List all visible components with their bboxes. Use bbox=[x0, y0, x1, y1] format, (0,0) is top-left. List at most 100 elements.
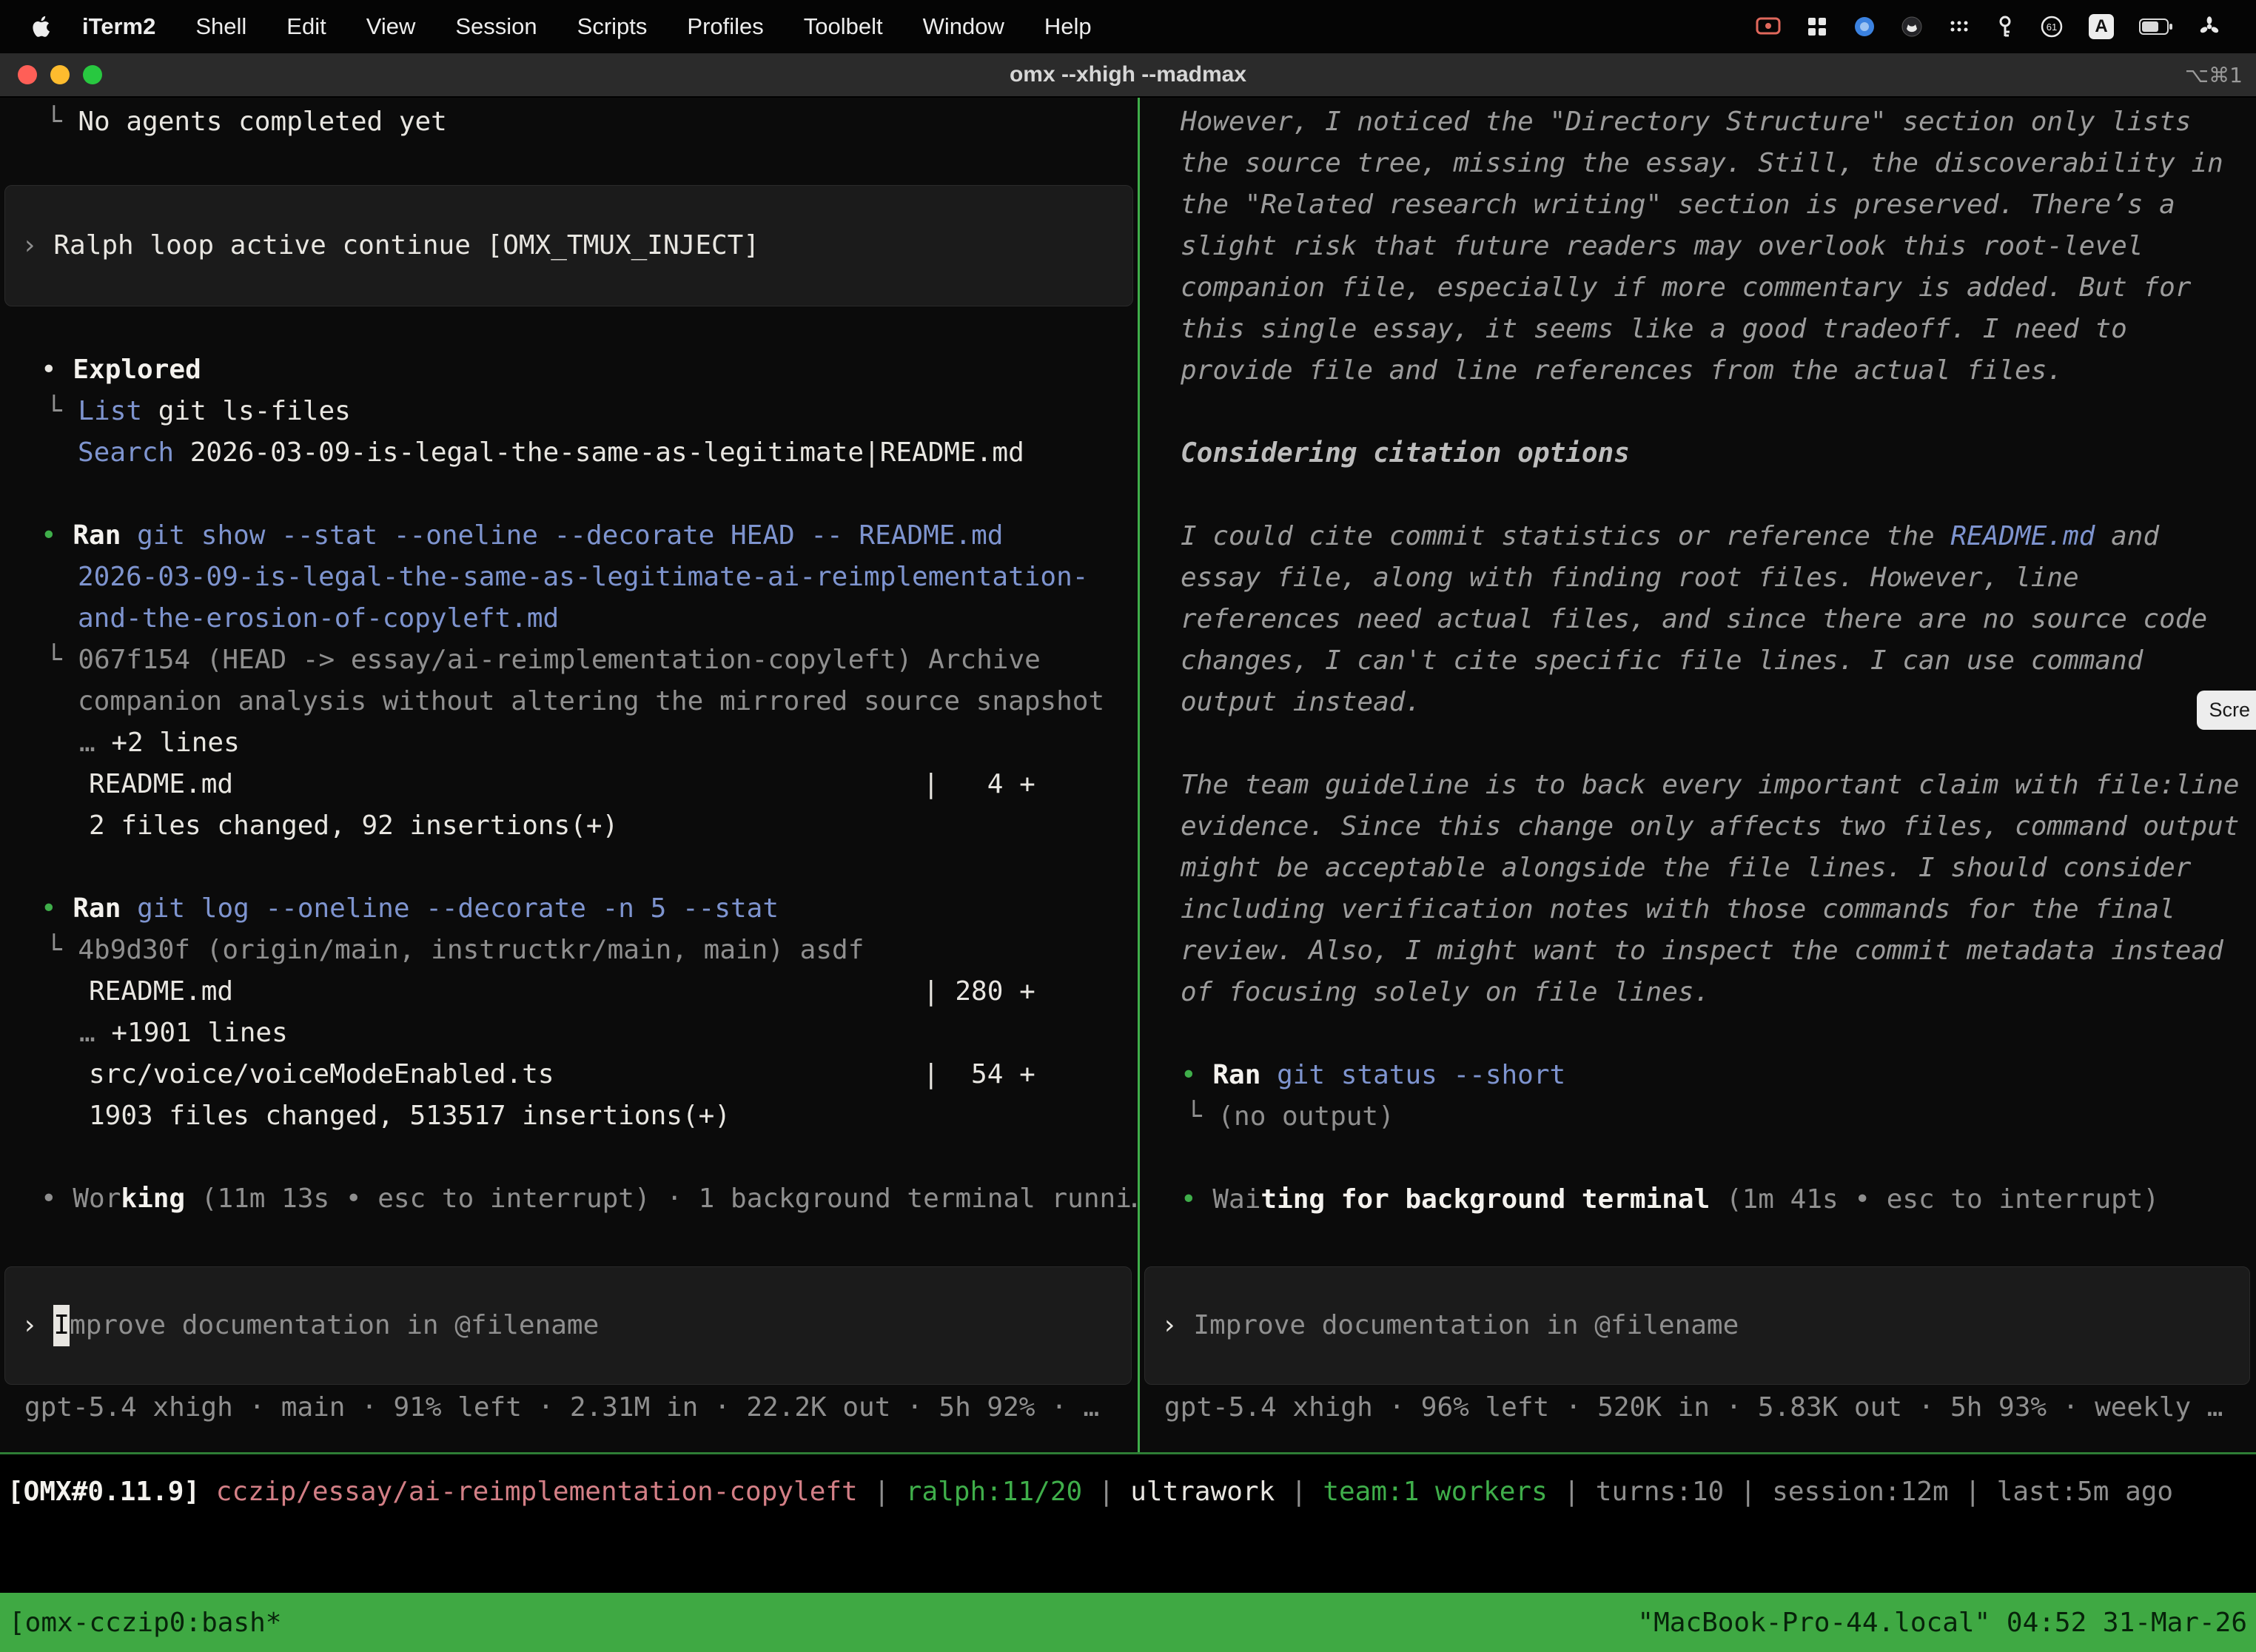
terminal-line: the "Related research writing" section i… bbox=[1140, 184, 2256, 226]
minimize-window-button[interactable] bbox=[50, 65, 70, 84]
text-segment: of focusing solely on file lines. bbox=[1181, 977, 1710, 1007]
menu-item-session[interactable]: Session bbox=[435, 13, 557, 40]
terminal-line: • Waiting for background terminal (1m 41… bbox=[1140, 1179, 2256, 1220]
text-segment: git log --oneline --decorate -n 5 --stat bbox=[137, 893, 779, 924]
menu-bar-status: 61 A bbox=[1756, 14, 2241, 39]
pane-separator-horizontal bbox=[0, 1452, 2256, 1454]
screen-recording-indicator-icon[interactable] bbox=[1756, 16, 1781, 37]
right-pane[interactable]: However, I noticed the "Directory Struct… bbox=[1140, 98, 2256, 1452]
dark-app-icon[interactable] bbox=[1901, 16, 1923, 38]
text-segment: last:5m ago bbox=[1997, 1477, 2173, 1507]
input-source-icon[interactable]: A bbox=[2089, 14, 2114, 39]
text-segment: | bbox=[1082, 1477, 1130, 1507]
menu-item-shell[interactable]: Shell bbox=[175, 13, 266, 40]
text-segment: companion analysis without altering the … bbox=[78, 686, 1104, 716]
terminal-line: companion analysis without altering the … bbox=[0, 681, 1138, 722]
left-pane[interactable]: └ No agents completed yet › Ralph loop a… bbox=[0, 98, 1138, 1452]
menu-item-toolbelt[interactable]: Toolbelt bbox=[784, 13, 903, 40]
text-segment: Explored bbox=[73, 355, 201, 385]
text-segment: including verification notes with those … bbox=[1181, 894, 2175, 924]
text-segment: | bbox=[1949, 1477, 1997, 1507]
menu-item-iterm2[interactable]: iTerm2 bbox=[62, 13, 175, 40]
gauge-icon[interactable]: 61 bbox=[2040, 15, 2064, 38]
terminal-line: README.md | 280 + bbox=[0, 971, 1138, 1013]
text-segment bbox=[1710, 1184, 1726, 1215]
terminal-line: • Working (11m 13s • esc to interrupt) ·… bbox=[0, 1178, 1138, 1220]
window-title-bar[interactable]: omx --xhigh --madmax ⌥⌘1 bbox=[0, 53, 2256, 98]
text-segment: companion file, especially if more comme… bbox=[1181, 272, 2191, 303]
text-segment: 2026-03-09-is-legal-the-same-as-legitima… bbox=[78, 562, 1088, 592]
browser-icon[interactable] bbox=[1853, 16, 1876, 38]
zoom-window-button[interactable] bbox=[83, 65, 102, 84]
terminal-output-left: • Explored└ List git ls-filesSearch 2026… bbox=[0, 349, 1138, 1220]
text-segment: Search bbox=[78, 437, 174, 468]
menu-items: iTerm2ShellEditViewSessionScriptsProfile… bbox=[62, 13, 1112, 40]
text-segment: └ bbox=[46, 935, 78, 965]
terminal-line: evidence. Since this change only affects… bbox=[1140, 806, 2256, 847]
prompt-input-right[interactable]: › Improve documentation in @filename bbox=[1144, 1266, 2250, 1385]
omx-status-line: [OMX#0.11.9] cczip/essay/ai-reimplementa… bbox=[7, 1471, 2173, 1513]
menu-item-window[interactable]: Window bbox=[903, 13, 1024, 40]
text-segment: ting for background terminal bbox=[1260, 1184, 1710, 1215]
terminal-line: 2 files changed, 92 insertions(+) bbox=[0, 805, 1138, 847]
grid-icon[interactable] bbox=[1806, 16, 1828, 38]
terminal-line: README.md | 4 + bbox=[0, 764, 1138, 805]
text-segment: └ bbox=[46, 107, 78, 137]
text-segment: • bbox=[41, 893, 73, 924]
tmux-session-label: [omx-cczip0:bash* bbox=[9, 1608, 281, 1638]
text-segment: src/voice/voiceModeEnabled.ts | 54 + bbox=[89, 1059, 1035, 1089]
text-segment: +1901 lines bbox=[111, 1018, 287, 1048]
text-segment: … bbox=[79, 728, 111, 758]
text-segment: essay file, along with finding root file… bbox=[1181, 563, 2079, 593]
text-segment: • bbox=[1181, 1060, 1212, 1090]
prompt-caret: › bbox=[1161, 1305, 1193, 1346]
text-segment bbox=[121, 893, 137, 924]
text-segment: └ bbox=[1186, 1101, 1218, 1132]
terminal-line: and-the-erosion-of-copyleft.md bbox=[0, 598, 1138, 639]
text-segment: The team guideline is to back every impo… bbox=[1181, 770, 2239, 800]
menu-item-profiles[interactable]: Profiles bbox=[667, 13, 783, 40]
terminal-line: • Ran git log --oneline --decorate -n 5 … bbox=[0, 888, 1138, 930]
fan-icon[interactable] bbox=[2198, 16, 2220, 38]
text-segment: I could cite commit statistics or refere… bbox=[1181, 521, 1950, 551]
text-segment: • bbox=[41, 520, 73, 551]
dots-grid-icon[interactable] bbox=[1948, 19, 1970, 35]
text-segment: output instead. bbox=[1181, 687, 1421, 717]
text-segment: Ran bbox=[1212, 1060, 1260, 1090]
terminal-line: [OMX#0.11.9] cczip/essay/ai-reimplementa… bbox=[7, 1471, 2173, 1513]
menu-item-view[interactable]: View bbox=[346, 13, 436, 40]
text-segment: review. Also, I might want to inspect th… bbox=[1181, 936, 2223, 966]
text-segment: references need actual files, and since … bbox=[1181, 604, 2207, 634]
text-segment: and bbox=[2095, 521, 2159, 551]
prompt-input-left[interactable]: › Improve documentation in @filename bbox=[4, 1266, 1132, 1385]
left-status-line: gpt-5.4 xhigh · main · 91% left · 2.31M … bbox=[24, 1387, 1099, 1428]
text-segment: └ bbox=[46, 396, 78, 426]
text-segment: (no output) bbox=[1218, 1101, 1394, 1132]
terminal-line: 1903 files changed, 513517 insertions(+) bbox=[0, 1095, 1138, 1137]
screen-share-overlay-button[interactable]: Scre bbox=[2197, 691, 2256, 730]
text-segment: changes, I can't cite specific file line… bbox=[1181, 645, 2143, 676]
window-shortcut-hint: ⌥⌘1 bbox=[2185, 63, 2243, 87]
terminal-line: However, I noticed the "Directory Struct… bbox=[1140, 101, 2256, 143]
menu-item-scripts[interactable]: Scripts bbox=[557, 13, 668, 40]
text-segment: git ls-files bbox=[142, 396, 351, 426]
apple-menu-icon[interactable] bbox=[31, 16, 50, 38]
key-icon[interactable] bbox=[1995, 15, 2015, 38]
terminal-output-left-top: └ No agents completed yet bbox=[0, 98, 1138, 143]
text-segment: Considering citation options bbox=[1181, 438, 1630, 469]
battery-icon[interactable] bbox=[2139, 18, 2173, 36]
text-segment: the source tree, missing the essay. Stil… bbox=[1181, 148, 2223, 178]
menu-item-edit[interactable]: Edit bbox=[266, 13, 346, 40]
close-window-button[interactable] bbox=[18, 65, 37, 84]
text-segment: (11m 13s • esc to interrupt) · 1 backgro… bbox=[201, 1183, 1138, 1214]
text-segment: • bbox=[41, 355, 73, 385]
ralph-loop-text: Ralph loop active continue [OMX_TMUX_INJ… bbox=[53, 225, 759, 266]
text-segment: git status --short bbox=[1277, 1060, 1565, 1090]
menu-item-help[interactable]: Help bbox=[1024, 13, 1112, 40]
text-segment: No agents completed yet bbox=[78, 107, 447, 137]
text-segment: Wai bbox=[1212, 1184, 1260, 1215]
terminal-output-right: However, I noticed the "Directory Struct… bbox=[1140, 98, 2256, 1220]
tmux-status-bar: [omx-cczip0:bash* "MacBook-Pro-44.local"… bbox=[0, 1593, 2256, 1652]
text-segment: king bbox=[121, 1183, 185, 1214]
text-segment bbox=[1260, 1060, 1277, 1090]
